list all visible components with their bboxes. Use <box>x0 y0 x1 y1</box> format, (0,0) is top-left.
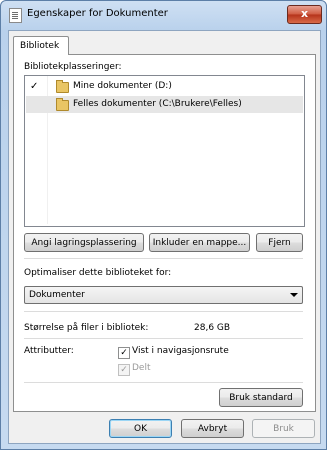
title-bar[interactable]: Egenskaper for Dokumenter x <box>1 1 326 27</box>
optimize-select[interactable]: Dokumenter <box>24 286 303 304</box>
close-button[interactable]: x <box>287 5 322 24</box>
apply-button: Bruk <box>252 419 315 438</box>
cancel-button[interactable]: Avbryt <box>181 419 244 438</box>
shared-label: Delt <box>132 363 151 373</box>
separator <box>24 311 303 312</box>
separator <box>24 258 303 259</box>
include-folder-button[interactable]: Inkluder en mappe... <box>149 233 250 252</box>
window-title: Egenskaper for Dokumenter <box>27 8 168 19</box>
size-label: Størrelse på filer i bibliotek: <box>24 323 149 333</box>
properties-dialog: Egenskaper for Dokumenter x Bibliotek Bi… <box>0 0 327 450</box>
tab-panel: Bibliotekplasseringer: ✓ Mine dokumenter… <box>13 54 316 412</box>
separator <box>24 338 303 339</box>
checkmark-icon: ✓ <box>30 81 39 92</box>
optimize-label: Optimaliser dette biblioteket for: <box>24 268 172 278</box>
dialog-client-area: Bibliotek Bibliotekplasseringer: ✓ Mine … <box>8 30 321 444</box>
chevron-down-icon[interactable] <box>290 293 298 297</box>
list-item-selected[interactable]: Felles dokumenter (C:\Brukere\Felles) <box>26 96 303 113</box>
library-locations-label: Bibliotekplasseringer: <box>24 62 122 72</box>
tab-label: Bibliotek <box>20 41 60 51</box>
shown-in-navigation-label[interactable]: Vist i navigasjonsrute <box>132 346 229 356</box>
attributes-label: Attributter: <box>24 346 74 356</box>
library-locations-list[interactable]: ✓ Mine dokumenter (D:) Felles dokumenter… <box>24 75 305 227</box>
separator <box>24 382 303 383</box>
shown-in-navigation-checkbox[interactable]: ✓ <box>118 347 130 359</box>
folder-icon <box>56 98 69 111</box>
tab-bibliotek[interactable]: Bibliotek <box>13 36 69 55</box>
folder-icon <box>56 80 69 93</box>
remove-button[interactable]: Fjern <box>256 233 303 252</box>
size-value: 28,6 GB <box>194 323 231 333</box>
list-item[interactable]: ✓ Mine dokumenter (D:) <box>26 78 303 95</box>
shared-checkbox: ✓ <box>118 364 130 376</box>
document-icon <box>9 8 22 23</box>
location-path: Mine dokumenter (D:) <box>73 81 172 91</box>
location-path: Felles dokumenter (C:\Brukere\Felles) <box>73 99 242 109</box>
optimize-value: Dokumenter <box>29 290 85 300</box>
set-save-location-button[interactable]: Angi lagringsplassering <box>24 233 144 252</box>
ok-button[interactable]: OK <box>109 419 172 438</box>
restore-defaults-button[interactable]: Bruk standard <box>219 388 303 407</box>
